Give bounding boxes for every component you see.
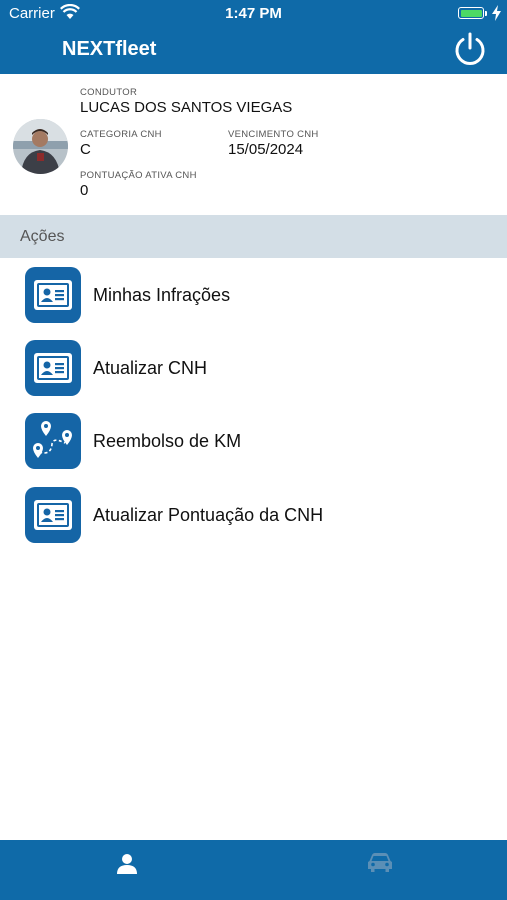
id-card-icon <box>25 267 81 323</box>
app-title: NEXTfleet <box>62 38 157 60</box>
tab-bar <box>0 840 507 900</box>
actions-section-header: Ações <box>0 215 507 258</box>
tab-profile[interactable] <box>0 840 253 900</box>
action-minhas-infracoes[interactable]: Minhas Infrações <box>0 261 507 327</box>
action-reembolso-km[interactable]: Reembolso de KM <box>0 407 507 473</box>
status-time: 1:47 PM <box>225 5 282 22</box>
status-bar: Carrier 1:47 PM <box>0 0 507 28</box>
action-label: Reembolso de KM <box>93 431 242 451</box>
action-atualizar-cnh[interactable]: Atualizar CNH <box>0 334 507 400</box>
charging-icon <box>492 5 501 21</box>
power-icon[interactable] <box>453 32 487 66</box>
tab-vehicle[interactable] <box>254 840 507 900</box>
expiry-value: 15/05/2024 <box>228 141 304 158</box>
battery-tip <box>485 11 487 16</box>
action-atualizar-pontuacao[interactable]: Atualizar Pontuação da CNH <box>0 481 507 547</box>
action-label: Minhas Infrações <box>93 285 231 305</box>
driver-label: CONDUTOR <box>80 87 138 98</box>
points-label: PONTUAÇÃO ATIVA CNH <box>80 170 197 181</box>
driver-name: LUCAS DOS SANTOS VIEGAS <box>80 99 293 116</box>
car-icon <box>368 853 392 872</box>
action-label: Atualizar CNH <box>93 358 208 378</box>
map-route-icon <box>25 413 81 469</box>
expiry-label: VENCIMENTO CNH <box>228 129 319 140</box>
battery-icon <box>458 7 484 19</box>
category-label: CATEGORIA CNH <box>80 129 162 140</box>
category-value: C <box>80 141 91 158</box>
id-card-icon <box>25 340 81 396</box>
action-label: Atualizar Pontuação da CNH <box>93 505 324 525</box>
section-title: Ações <box>20 228 65 245</box>
id-card-icon <box>25 487 81 543</box>
app-header: Carrier 1:47 PM NEXTfleet <box>0 0 507 74</box>
avatar <box>13 119 68 174</box>
driver-profile: CONDUTOR LUCAS DOS SANTOS VIEGAS CATEGOR… <box>0 74 507 215</box>
person-icon <box>117 854 137 874</box>
points-value: 0 <box>80 182 89 199</box>
